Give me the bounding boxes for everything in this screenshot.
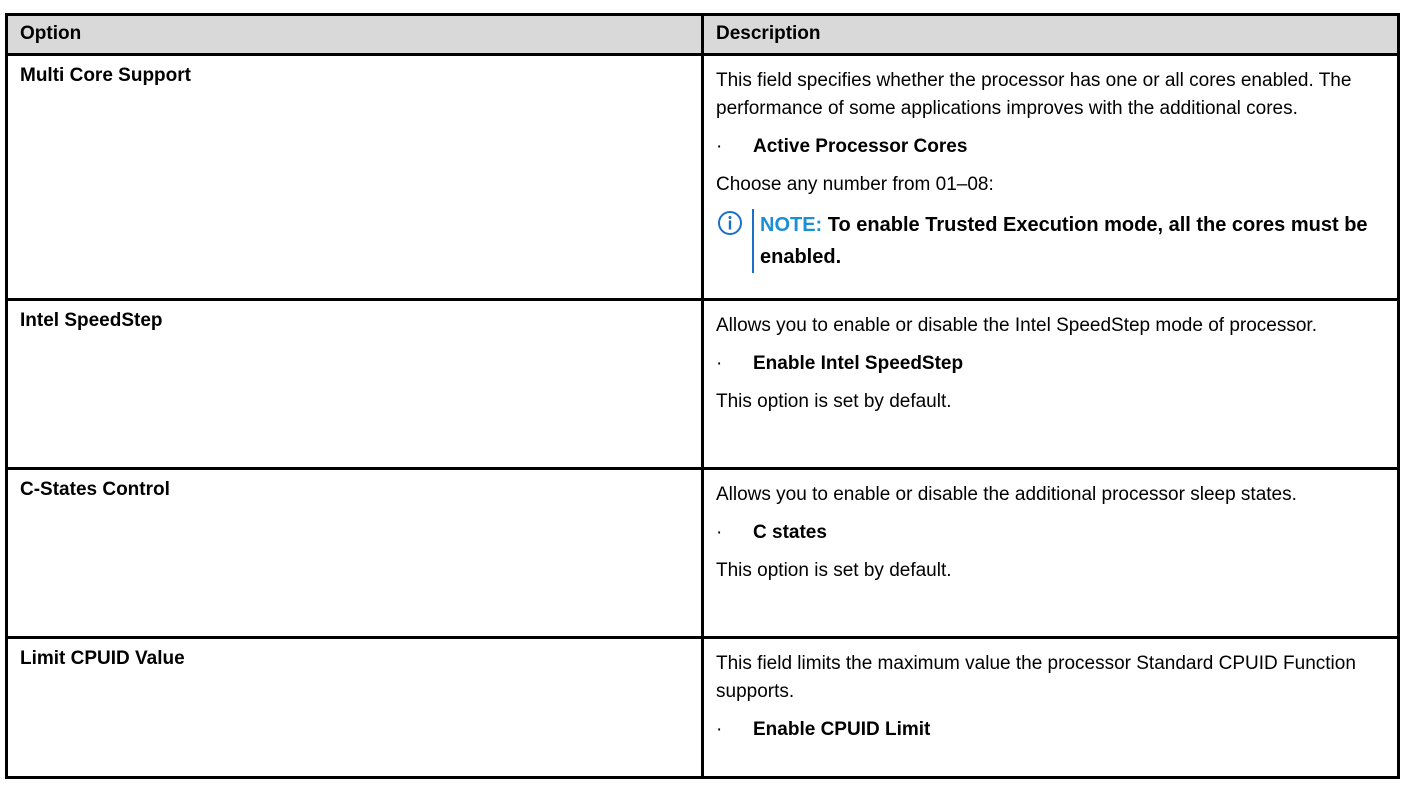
bullet-item: · Enable Intel SpeedStep: [716, 350, 1385, 378]
description-text: Choose any number from 01–08:: [716, 174, 994, 195]
option-name: C-States Control: [5, 467, 704, 639]
table-row: Limit CPUID Value This field limits the …: [5, 636, 1400, 779]
option-description: This field limits the maximum value the …: [701, 636, 1400, 779]
option-name: Limit CPUID Value: [5, 636, 704, 779]
bullet-item: · Enable CPUID Limit: [716, 716, 1385, 744]
option-description: Allows you to enable or disable the addi…: [701, 467, 1400, 639]
note-box: NOTE: To enable Trusted Execution mode, …: [716, 209, 1385, 273]
table-row: Intel SpeedStep Allows you to enable or …: [5, 298, 1400, 470]
info-circle-icon: [718, 211, 742, 235]
note-text: To enable Trusted Execution mode, all th…: [760, 214, 1368, 268]
option-name: Intel SpeedStep: [5, 298, 704, 470]
bullet-dot: ·: [716, 719, 723, 740]
description-text: Allows you to enable or disable the Inte…: [716, 315, 1317, 336]
note-label: NOTE:: [760, 214, 823, 236]
description-text: Allows you to enable or disable the addi…: [716, 484, 1297, 505]
column-header-description: Description: [701, 13, 1400, 56]
description-text: This field limits the maximum value the …: [716, 653, 1356, 702]
table-header-row: Option Description: [5, 13, 1400, 56]
bullet-label: Enable Intel SpeedStep: [753, 353, 964, 374]
bullet-item: · Active Processor Cores: [716, 133, 1385, 161]
option-description: Allows you to enable or disable the Inte…: [701, 298, 1400, 470]
bullet-dot: ·: [716, 522, 723, 543]
bullet-dot: ·: [716, 136, 723, 157]
bullet-label: C states: [753, 522, 827, 543]
description-text: This option is set by default.: [716, 391, 952, 412]
column-header-option: Option: [5, 13, 704, 56]
bullet-label: Enable CPUID Limit: [753, 719, 931, 740]
option-description: This field specifies whether the process…: [701, 53, 1400, 301]
bullet-item: · C states: [716, 519, 1385, 547]
description-text: This option is set by default.: [716, 560, 952, 581]
bullet-dot: ·: [716, 353, 723, 374]
description-text: This field specifies whether the process…: [716, 70, 1352, 119]
bios-options-table: Option Description Multi Core Support Th…: [5, 13, 1400, 779]
note-content: NOTE: To enable Trusted Execution mode, …: [752, 209, 1385, 273]
table-row: Multi Core Support This field specifies …: [5, 53, 1400, 301]
bullet-label: Active Processor Cores: [753, 136, 968, 157]
option-name: Multi Core Support: [5, 53, 704, 301]
table-row: C-States Control Allows you to enable or…: [5, 467, 1400, 639]
